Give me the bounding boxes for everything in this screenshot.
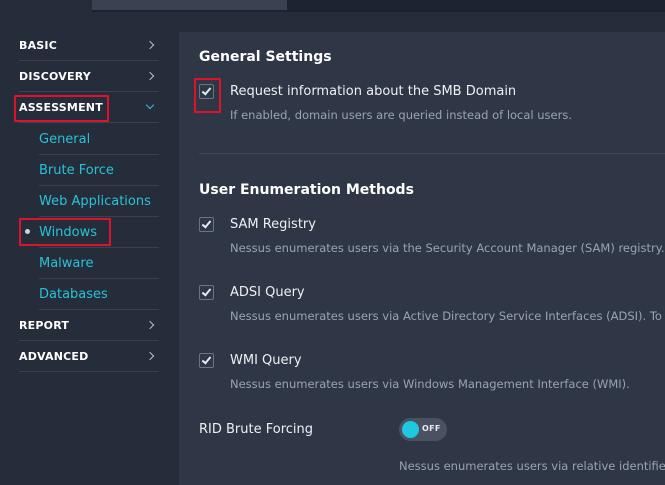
smb-domain-checkbox[interactable] bbox=[199, 84, 214, 99]
chevron-right-icon bbox=[145, 40, 155, 50]
smb-domain-description: If enabled, domain users are queried ins… bbox=[230, 108, 572, 122]
chevron-right-icon bbox=[145, 71, 155, 81]
sidebar-item-label: Databases bbox=[39, 286, 108, 302]
adsi-query-label: ADSI Query bbox=[230, 285, 305, 300]
tab-settings[interactable] bbox=[0, 0, 92, 12]
sidebar-section-assessment[interactable]: ASSESSMENT bbox=[19, 92, 159, 123]
adsi-query-checkbox[interactable] bbox=[199, 285, 214, 300]
sidebar-item-label: Windows bbox=[39, 224, 98, 240]
sam-registry-description: Nessus enumerates users via the Security… bbox=[230, 241, 665, 255]
sidebar-section-discovery[interactable]: DISCOVERY bbox=[19, 61, 159, 92]
active-item-dot-icon bbox=[25, 229, 30, 234]
sidebar-section-label: DISCOVERY bbox=[19, 69, 91, 83]
wmi-query-description: Nessus enumerates users via Windows Mana… bbox=[230, 377, 630, 391]
sidebar-section-label: BASIC bbox=[19, 38, 57, 52]
checkmark-icon bbox=[201, 218, 212, 229]
checkmark-icon bbox=[201, 354, 212, 365]
rid-brute-forcing-toggle[interactable]: OFF bbox=[399, 418, 447, 441]
checkmark-icon bbox=[201, 286, 212, 297]
adsi-query-description: Nessus enumerates users via Active Direc… bbox=[230, 309, 665, 323]
rid-brute-forcing-description: Nessus enumerates users via relative ide… bbox=[399, 459, 665, 473]
wmi-query-label: WMI Query bbox=[230, 353, 302, 368]
section-divider bbox=[199, 153, 665, 154]
toggle-knob bbox=[402, 421, 419, 438]
sidebar-section-label: REPORT bbox=[19, 318, 70, 332]
chevron-right-icon bbox=[145, 351, 155, 361]
sidebar-section-label: ADVANCED bbox=[19, 349, 89, 363]
sidebar-item-databases[interactable]: Databases bbox=[39, 279, 159, 310]
sidebar-item-brute-force[interactable]: Brute Force bbox=[39, 155, 159, 186]
sidebar-item-windows[interactable]: Windows bbox=[39, 217, 159, 248]
sidebar-item-label: General bbox=[39, 131, 91, 147]
toggle-state-text: OFF bbox=[422, 424, 441, 433]
sidebar-item-label: Web Applications bbox=[39, 193, 151, 209]
sidebar-item-label: Malware bbox=[39, 255, 94, 271]
sidebar-section-advanced[interactable]: ADVANCED bbox=[19, 341, 159, 372]
chevron-right-icon bbox=[145, 320, 155, 330]
tab-credentials[interactable] bbox=[92, 0, 287, 10]
chevron-down-icon bbox=[145, 100, 155, 110]
sam-registry-label: SAM Registry bbox=[230, 217, 316, 232]
top-tab-bar bbox=[0, 0, 665, 12]
wmi-query-checkbox[interactable] bbox=[199, 353, 214, 368]
rid-brute-forcing-label: RID Brute Forcing bbox=[199, 422, 314, 437]
checkmark-icon bbox=[201, 85, 212, 96]
sidebar-item-label: Brute Force bbox=[39, 162, 114, 178]
sidebar-section-report[interactable]: REPORT bbox=[19, 310, 159, 341]
sam-registry-checkbox[interactable] bbox=[199, 217, 214, 232]
general-settings-title: General Settings bbox=[199, 49, 332, 65]
user-enumeration-title: User Enumeration Methods bbox=[199, 182, 414, 198]
sidebar-item-malware[interactable]: Malware bbox=[39, 248, 159, 279]
sidebar-section-label: ASSESSMENT bbox=[19, 100, 103, 114]
sidebar-item-web-applications[interactable]: Web Applications bbox=[39, 186, 159, 217]
sidebar-section-basic[interactable]: BASIC bbox=[19, 30, 159, 61]
smb-domain-label: Request information about the SMB Domain bbox=[230, 84, 517, 99]
sidebar-item-general[interactable]: General bbox=[39, 124, 159, 155]
